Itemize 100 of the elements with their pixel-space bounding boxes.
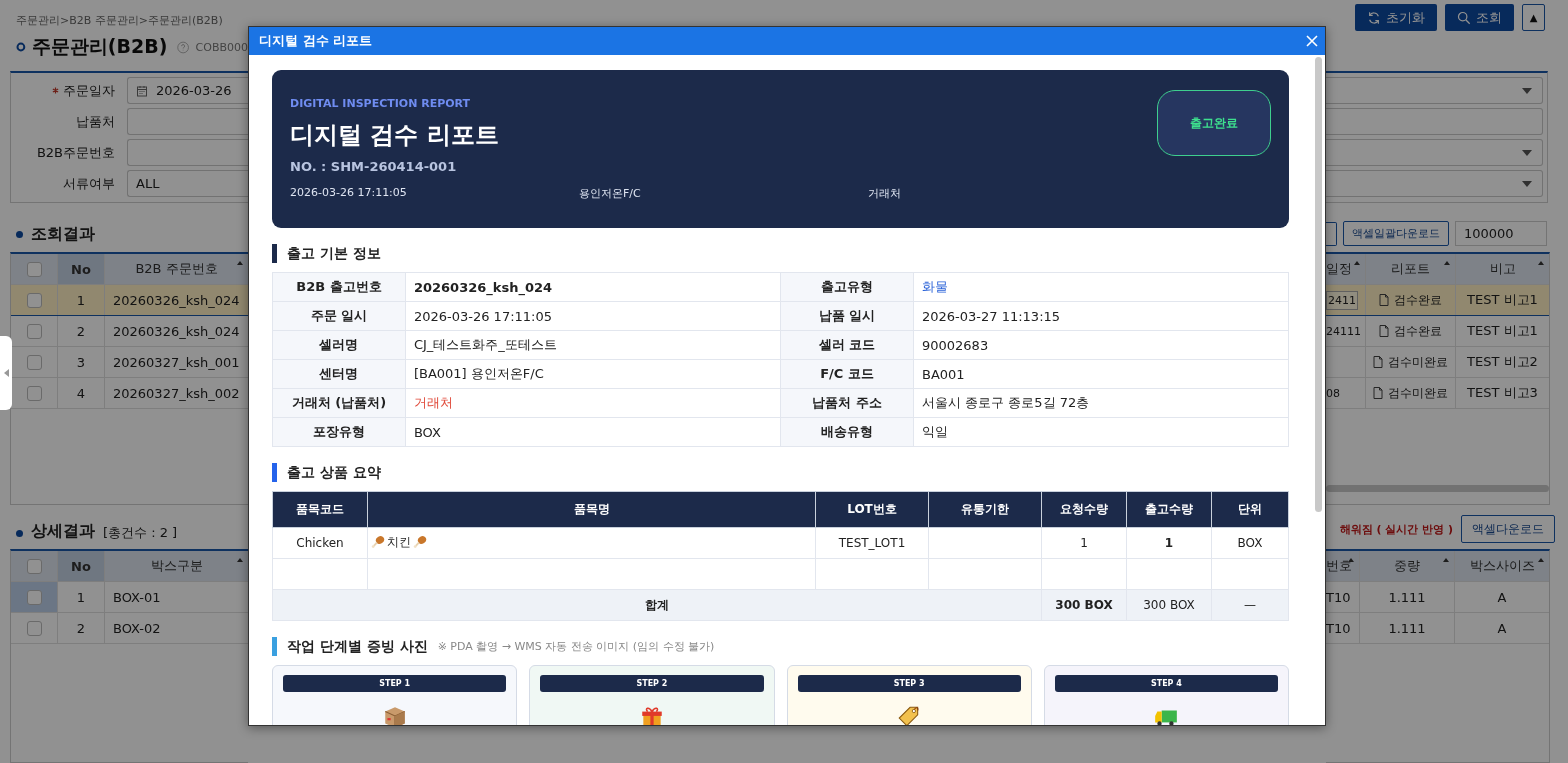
table-cell: 1: [1126, 527, 1212, 559]
table-row[interactable]: 2 20260326_ksh_024: [11, 316, 248, 347]
info-label: F/C 코드: [780, 359, 914, 389]
checkbox[interactable]: [26, 323, 42, 339]
checkbox[interactable]: [26, 589, 42, 605]
column-header[interactable]: No: [58, 551, 105, 581]
table-row[interactable]: 검수미완료 TEST 비고2: [1326, 347, 1549, 378]
excel-download-button[interactable]: 액셀일괄다운로드: [1343, 221, 1449, 246]
date-field[interactable]: 2026-03-26: [127, 77, 248, 104]
input-field[interactable]: [127, 139, 248, 166]
table-cell-text: TEST 비고2: [1466, 353, 1539, 371]
checkbox[interactable]: [26, 385, 42, 401]
field-label: B2B주문번호: [36, 143, 116, 162]
report-eyebrow: DIGITAL INSPECTION REPORT: [290, 97, 472, 110]
table-cell-text: BOX-02: [112, 619, 162, 638]
table-row[interactable]: 2411 검수완료 TEST 비고1: [1326, 285, 1549, 316]
breadcrumb: 주문관리>B2B 주문관리>주문관리(B2B): [15, 13, 224, 28]
checkbox[interactable]: [26, 261, 42, 277]
column-header[interactable]: 리포트: [1366, 254, 1456, 284]
report-meta: 용인저온F/C: [579, 186, 642, 201]
table-cell-text: TEST 비고1: [1466, 291, 1539, 309]
section-bar: [272, 637, 277, 656]
table-row[interactable]: 24111 검수완료 TEST 비고1: [1326, 316, 1549, 347]
info-label: B2B 출고번호: [272, 272, 406, 302]
close-icon[interactable]: [1306, 35, 1318, 47]
column-header: 유통기한: [928, 491, 1042, 528]
report-link[interactable]: 검수완료: [1379, 291, 1442, 309]
reset-button[interactable]: 초기화: [1355, 4, 1437, 31]
field-end[interactable]: [1326, 139, 1543, 166]
report-meta: 2026-03-26 17:11:05: [290, 186, 408, 201]
info-label: 출고유형: [780, 272, 914, 302]
info-value: 2026-03-27 11:13:15: [913, 301, 1289, 331]
field-label: 주문일자: [63, 81, 116, 100]
report-heading: 디지털 검수 리포트: [290, 120, 500, 151]
table-row[interactable]: 1 20260326_ksh_024: [11, 285, 248, 316]
field-end[interactable]: [1326, 170, 1543, 197]
collapse-button[interactable]: ▲: [1522, 4, 1545, 31]
report-link[interactable]: 검수미완료: [1373, 353, 1448, 371]
input-field[interactable]: [127, 108, 248, 135]
drumstick-icon: [413, 535, 427, 550]
table-cell: 2: [58, 316, 105, 346]
table-row[interactable]: 08 검수미완료 TEST 비고3: [1326, 378, 1549, 409]
table-cell: 1: [58, 285, 105, 315]
report-link[interactable]: 검수완료: [1379, 322, 1442, 340]
column-header[interactable]: B2B 주문번호: [105, 254, 248, 284]
info-value: 2026-03-26 17:11:05: [405, 301, 781, 331]
table-cell: 1.111: [1360, 582, 1455, 612]
info-label: 셀러명: [272, 330, 406, 360]
field-label: 서류여부: [63, 174, 116, 193]
table-cell-text: TEST 비고3: [1466, 384, 1539, 402]
excel-download-button[interactable]: 액셀다운로드: [1461, 515, 1555, 543]
column-header[interactable]: 중량: [1360, 551, 1455, 581]
total-label: 합계: [272, 589, 1042, 621]
field-end[interactable]: [1326, 77, 1543, 104]
table-cell-text: TEST 비고1: [1466, 322, 1539, 340]
sort-icon: [1354, 261, 1360, 265]
dialog-title: 디지털 검수 리포트: [259, 32, 373, 50]
sort-icon: [1538, 261, 1544, 265]
scrollbar[interactable]: [1326, 485, 1549, 492]
help-icon[interactable]: [177, 39, 190, 55]
cell-editor[interactable]: 2411: [1326, 290, 1358, 310]
step-label: STEP 4: [1054, 675, 1278, 692]
column-header[interactable]: 박스사이즈: [1455, 551, 1549, 581]
report-link[interactable]: 검수미완료: [1373, 384, 1448, 402]
checkbox[interactable]: [26, 558, 42, 574]
section-title: 조회결과: [31, 224, 95, 245]
sort-icon: [1444, 261, 1450, 265]
sort-icon: [1538, 558, 1544, 562]
document-icon: [1373, 356, 1383, 368]
side-panel-tab[interactable]: [0, 336, 12, 410]
search-button[interactable]: 조회: [1445, 4, 1514, 31]
scrollbar[interactable]: [1315, 57, 1322, 512]
total-count: [총건수 : 2 ]: [103, 524, 178, 542]
table-cell: 300 BOX: [1126, 589, 1212, 621]
field-end[interactable]: [1326, 108, 1543, 135]
checkbox[interactable]: [26, 292, 42, 308]
input-field[interactable]: ALL: [127, 170, 248, 197]
column-header[interactable]: 비고: [1456, 254, 1549, 284]
checkbox[interactable]: [26, 620, 42, 636]
calendar-icon: [136, 84, 148, 97]
page-title: 주문관리(B2B): [31, 34, 168, 59]
page-size-field[interactable]: 100000: [1455, 221, 1547, 246]
column-header: LOT번호: [815, 491, 929, 528]
table-cell-text: 20260327_ksh_001: [112, 353, 241, 372]
step-label: STEP 2: [540, 675, 764, 692]
info-value: 익일: [913, 417, 1289, 447]
table-cell-text: A: [1496, 619, 1508, 638]
table-cell-text: 20260326_ksh_024: [112, 322, 241, 341]
status-badge: 출고완료: [1157, 90, 1271, 156]
table-cell: 1: [1041, 527, 1127, 559]
table-cell: 1: [58, 582, 105, 612]
row-selector[interactable]: [11, 582, 58, 612]
section-note: ※ PDA 촬영 → WMS 자동 전송 이미지 (임의 수정 불가): [437, 639, 715, 654]
report-meta: 거래처: [868, 186, 902, 201]
info-value: 20260326_ksh_024: [405, 272, 781, 302]
column-header[interactable]: No: [58, 254, 105, 284]
checkbox[interactable]: [26, 354, 42, 370]
column-header[interactable]: 박스구분: [105, 551, 248, 581]
table-cell: Chicken: [272, 527, 368, 559]
bullet-icon: [16, 530, 23, 537]
